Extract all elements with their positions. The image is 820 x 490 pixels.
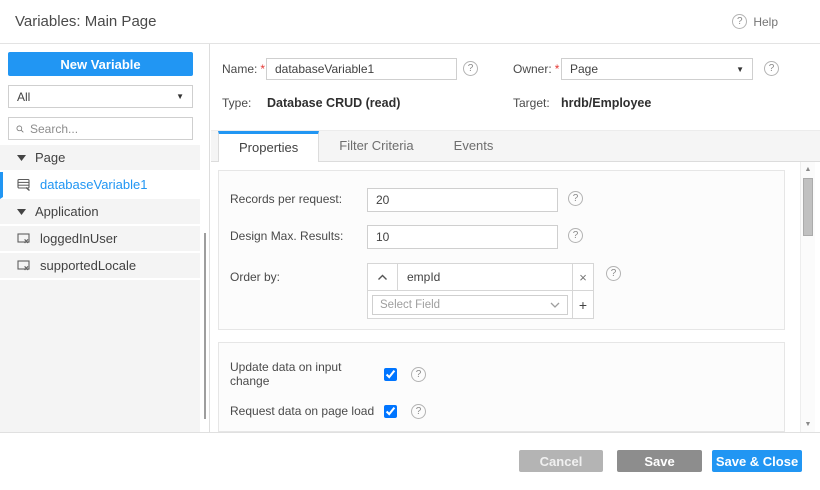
help-link[interactable]: ? Help [732,14,778,29]
variable-icon [17,259,31,272]
required-asterisk: * [555,62,560,76]
name-help-icon[interactable]: ? [463,61,478,76]
request-on-page-load-help-icon[interactable]: ? [411,404,426,419]
name-label: Name:* [222,58,265,80]
new-variable-button[interactable]: New Variable [8,52,193,76]
select-field-placeholder: Select Field [380,299,440,311]
required-asterisk: * [260,62,265,76]
name-input[interactable] [266,58,457,80]
chevron-down-icon [550,302,560,308]
design-max-results-input[interactable] [367,225,558,249]
tab-strip: Properties Filter Criteria Events [211,130,820,162]
scroll-up-icon[interactable]: ▲ [801,166,815,173]
help-label: Help [753,15,778,29]
plus-icon: + [579,297,587,313]
sort-ascending-button[interactable] [368,264,398,290]
page-title: Variables: Main Page [15,0,156,43]
order-by-help-icon[interactable]: ? [606,266,621,281]
tree-item-label: databaseVariable1 [40,177,147,192]
tree-item-label: loggedInUser [40,231,117,246]
chevron-up-icon [377,274,388,281]
design-max-results-label: Design Max. Results: [230,229,343,243]
dialog-header: Variables: Main Page ? Help [0,0,820,44]
add-order-field-button[interactable]: + [573,291,593,318]
tree-item-databasevariable1[interactable]: databaseVariable1 [0,172,200,199]
caret-down-icon [17,155,26,161]
variable-filter-value: All [17,90,30,104]
tree-group-application[interactable]: Application [0,199,200,226]
save-and-close-button[interactable]: Save & Close [712,450,802,472]
tree-item-supportedlocale[interactable]: supportedLocale [0,253,200,280]
main-panel: Name:* ? Owner:* Page ▼ ? Type: Database… [211,44,820,432]
owner-value: Page [570,62,598,76]
tab-properties[interactable]: Properties [218,131,319,163]
cancel-button[interactable]: Cancel [519,450,603,472]
owner-label: Owner:* [513,58,559,80]
database-variable-icon [17,178,31,191]
request-on-page-load-row: Request data on page load ? [230,402,426,420]
scroll-down-icon[interactable]: ▼ [801,421,815,428]
search-input[interactable] [30,122,185,136]
variable-icon [17,232,31,245]
order-by-field-row: empId [368,264,573,291]
owner-select[interactable]: Page ▼ [561,58,753,80]
tree-group-label: Page [35,150,65,165]
type-label: Type: [222,95,251,111]
records-per-request-label: Records per request: [230,192,342,206]
owner-help-icon[interactable]: ? [764,61,779,76]
request-on-page-load-checkbox[interactable] [384,405,397,418]
update-on-input-change-row: Update data on input change ? [230,365,426,383]
select-field-dropdown[interactable]: Select Field [372,295,568,315]
close-icon: × [579,270,587,285]
records-per-request-input[interactable] [367,188,558,212]
tree-item-loggedinuser[interactable]: loggedInUser [0,226,200,253]
order-by-widget: empId × Select Field + [367,263,594,319]
variable-tree: Page databaseVariable1 Application [0,145,200,432]
dropdown-arrow-icon: ▼ [736,65,744,74]
search-box [8,117,193,140]
request-on-page-load-label: Request data on page load [230,404,382,418]
update-on-input-change-label: Update data on input change [230,360,382,388]
type-value: Database CRUD (read) [267,95,400,111]
sidebar: New Variable All ▼ Page [0,44,210,432]
variables-dialog: Variables: Main Page ? Help New Variable… [0,0,820,490]
variable-filter-select[interactable]: All ▼ [8,85,193,108]
sidebar-scrollbar-thumb[interactable] [204,233,206,419]
help-icon: ? [732,14,747,29]
tree-group-label: Application [35,204,99,219]
search-icon [16,123,24,135]
content-scrollbar[interactable]: ▲ ▼ [800,162,815,432]
dropdown-arrow-icon: ▼ [176,92,184,101]
remove-order-field-button[interactable]: × [573,264,593,291]
caret-down-icon [17,209,26,215]
order-by-select-row: Select Field [368,291,573,318]
records-per-request-help-icon[interactable]: ? [568,191,583,206]
order-by-field-value[interactable]: empId [398,264,572,290]
scrollbar-thumb[interactable] [803,178,813,236]
data-settings-box: Records per request: ? Design Max. Resul… [218,170,785,330]
properties-tab-content: Records per request: ? Design Max. Resul… [211,162,820,432]
save-button[interactable]: Save [617,450,702,472]
tab-events[interactable]: Events [434,131,514,161]
tab-filter-criteria[interactable]: Filter Criteria [319,131,433,161]
tree-group-page[interactable]: Page [0,145,200,172]
behavior-settings-box: Update data on input change ? Request da… [218,342,785,432]
update-on-input-change-checkbox[interactable] [384,368,397,381]
update-on-input-change-help-icon[interactable]: ? [411,367,426,382]
target-value: hrdb/Employee [561,95,651,111]
dialog-footer: Cancel Save Save & Close [0,432,820,490]
design-max-results-help-icon[interactable]: ? [568,228,583,243]
order-by-label: Order by: [230,270,280,284]
target-label: Target: [513,95,550,111]
tree-item-label: supportedLocale [40,258,136,273]
